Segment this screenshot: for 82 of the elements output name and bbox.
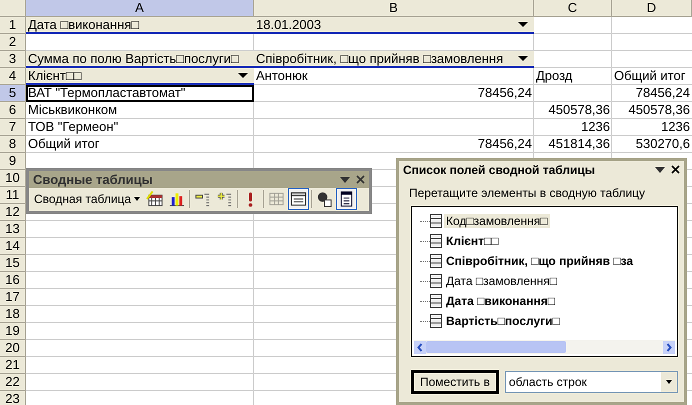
instruction-text: Перетащите элементы в сводную таблицу: [408, 185, 646, 202]
pivot-field-button[interactable]: Сумма по полю Вартість□послуги□: [26, 51, 254, 68]
table-cell-text: 530270,6: [634, 136, 691, 153]
field-icon: [430, 294, 442, 308]
row-header[interactable]: 16: [0, 272, 26, 289]
add-to-button[interactable]: Поместить в: [411, 370, 499, 394]
field-item[interactable]: Клієнт□□: [444, 234, 501, 248]
row-header[interactable]: 14: [0, 238, 26, 255]
dropdown-arrow-icon: [518, 56, 528, 61]
table-cell-text: 78456,24: [634, 85, 691, 102]
row-header[interactable]: 13: [0, 221, 26, 238]
table-cell-text: Антонюк: [255, 68, 309, 85]
close-icon[interactable]: [671, 165, 680, 174]
table-cell-text: Общий итог: [27, 136, 100, 153]
table-grid-icon: [268, 190, 286, 208]
toolbar-title: Сводные таблицы: [33, 172, 154, 187]
row-header[interactable]: 3: [0, 51, 26, 68]
panel-title: Список полей сводной таблицы: [403, 162, 596, 176]
row-header[interactable]: 22: [0, 374, 26, 391]
row-header[interactable]: 7: [0, 119, 26, 136]
row-header[interactable]: 17: [0, 289, 26, 306]
column-header[interactable]: D: [612, 0, 692, 17]
properties-icon: [316, 190, 334, 208]
field-item[interactable]: Код□замовлення□: [444, 214, 550, 228]
table-cell-text: 451814,36: [548, 136, 611, 153]
field-icon: [430, 214, 442, 228]
table-cell-text: 450578,36: [628, 102, 691, 119]
toolbar-button[interactable]: [288, 188, 310, 210]
dropdown-arrow-icon: [518, 22, 528, 27]
pivot-field-dropdown[interactable]: 18.01.2003: [254, 17, 534, 34]
row-header[interactable]: 4: [0, 68, 26, 85]
horizontal-scrollbar[interactable]: [414, 340, 675, 354]
row-header[interactable]: 5: [0, 85, 26, 102]
scroll-right-icon[interactable]: [663, 340, 675, 354]
row-header[interactable]: 2: [0, 34, 26, 51]
row-header[interactable]: 18: [0, 306, 26, 323]
table-cell-text: 78456,24: [476, 85, 533, 102]
area-dropdown[interactable]: область строк: [504, 371, 678, 393]
field-icon: [430, 274, 442, 288]
plus-list-icon: [216, 190, 234, 208]
row-header[interactable]: 15: [0, 255, 26, 272]
table-cell-text: ТОВ "Гермеон": [27, 119, 120, 136]
row-header[interactable]: 11: [0, 187, 26, 204]
pivot-table-menu[interactable]: Сводная таблица: [31, 192, 144, 206]
scroll-left-icon[interactable]: [414, 340, 426, 354]
table-cell-text: Міськвиконком: [27, 102, 118, 119]
scrollbar-thumb[interactable]: [426, 341, 566, 353]
table-cell[interactable]: ВАТ "Термопластавтомат": [26, 85, 254, 102]
table-cell-text: Дрозд: [535, 68, 574, 85]
row-header[interactable]: 21: [0, 357, 26, 374]
row-header[interactable]: 1: [0, 17, 26, 34]
table-cell-text: 1236: [580, 119, 611, 136]
field-item[interactable]: Дата □замовлення□: [444, 274, 560, 288]
pivot-field-dropdown[interactable]: Клієнт□□: [26, 68, 254, 85]
pivot-field-button[interactable]: Дата □виконання□: [26, 17, 254, 34]
field-settings-icon: [290, 190, 308, 208]
field-icon: [430, 234, 442, 248]
field-item[interactable]: Співробітник, □що прийняв □за: [444, 254, 636, 268]
row-header[interactable]: 19: [0, 323, 26, 340]
table-cell-text: 1236: [660, 119, 691, 136]
table-lightning-icon: [146, 190, 164, 208]
row-header[interactable]: 20: [0, 340, 26, 357]
exclamation-icon: [248, 192, 254, 206]
column-header[interactable]: A: [26, 0, 254, 17]
field-item[interactable]: Вартість□послуги□: [444, 314, 562, 328]
row-header[interactable]: 12: [0, 204, 26, 221]
dropdown-arrow-icon: [238, 73, 248, 78]
row-header[interactable]: 9: [0, 153, 26, 170]
toolbar-button[interactable]: [336, 188, 358, 210]
row-header[interactable]: 10: [0, 170, 26, 187]
pivot-field-dropdown[interactable]: Співробітник, □що прийняв □замовлення: [254, 51, 534, 68]
field-icon: [430, 254, 442, 268]
field-icon: [430, 314, 442, 328]
table-cell-text: 78456,24: [476, 136, 533, 153]
column-header[interactable]: C: [534, 0, 612, 17]
row-header[interactable]: 6: [0, 102, 26, 119]
field-item[interactable]: Дата □виконання□: [444, 294, 557, 308]
row-header[interactable]: 23: [0, 391, 26, 405]
table-cell-text: Общий итог: [613, 68, 686, 85]
options-arrow-icon[interactable]: [655, 166, 665, 172]
table-cell-text: 450578,36: [548, 102, 611, 119]
row-header[interactable]: 8: [0, 136, 26, 153]
